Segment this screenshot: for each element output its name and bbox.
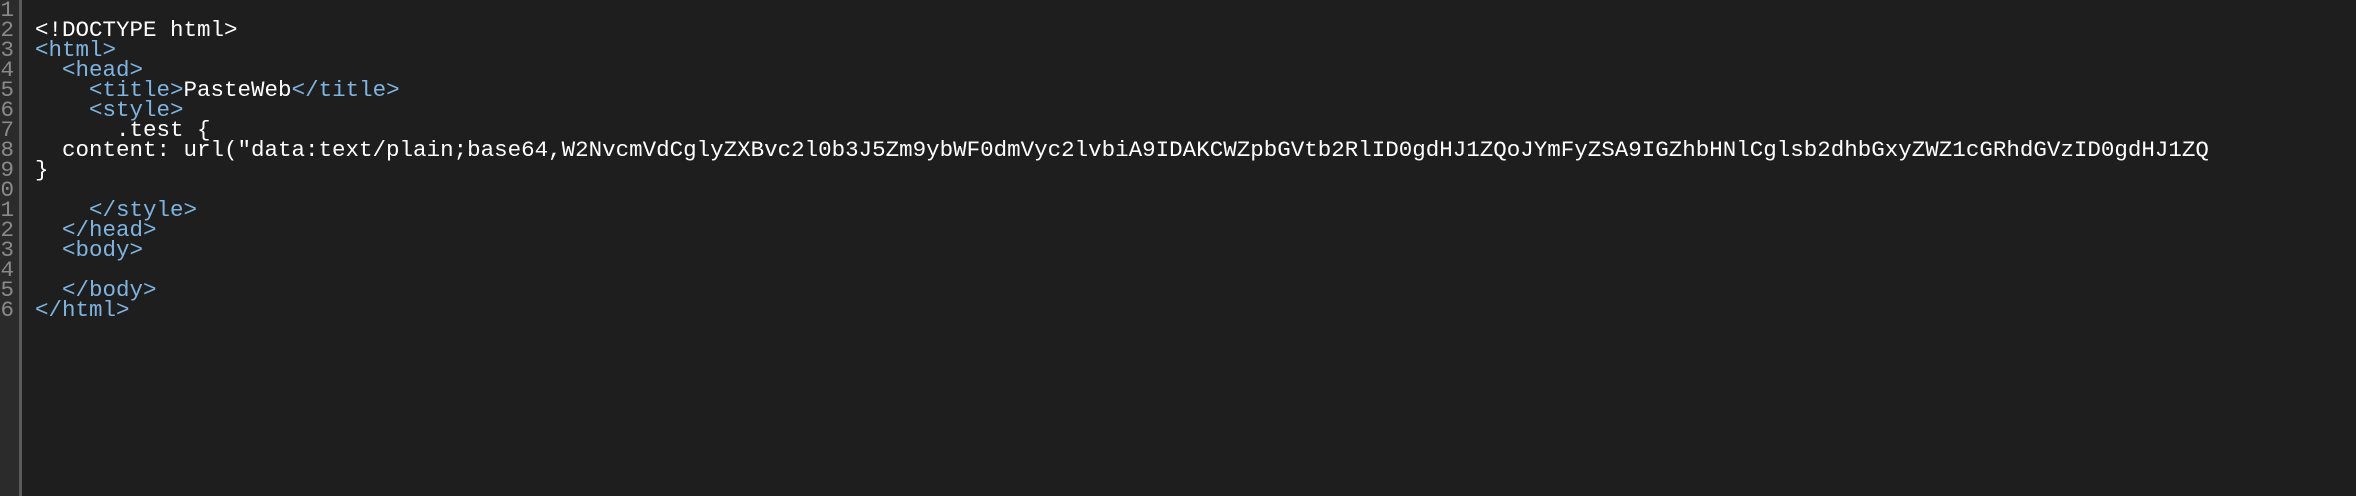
code-editor[interactable]: 1 2 <!DOCTYPE html> 3 <html> 4 <head> 5 <title… xyxy=(0,0,2356,496)
code-line[interactable]: 16 </html> xyxy=(0,295,2356,325)
html-tag-token: </html> xyxy=(35,297,130,323)
line-number: 16 xyxy=(0,297,14,323)
code-text: </html> xyxy=(35,295,130,325)
